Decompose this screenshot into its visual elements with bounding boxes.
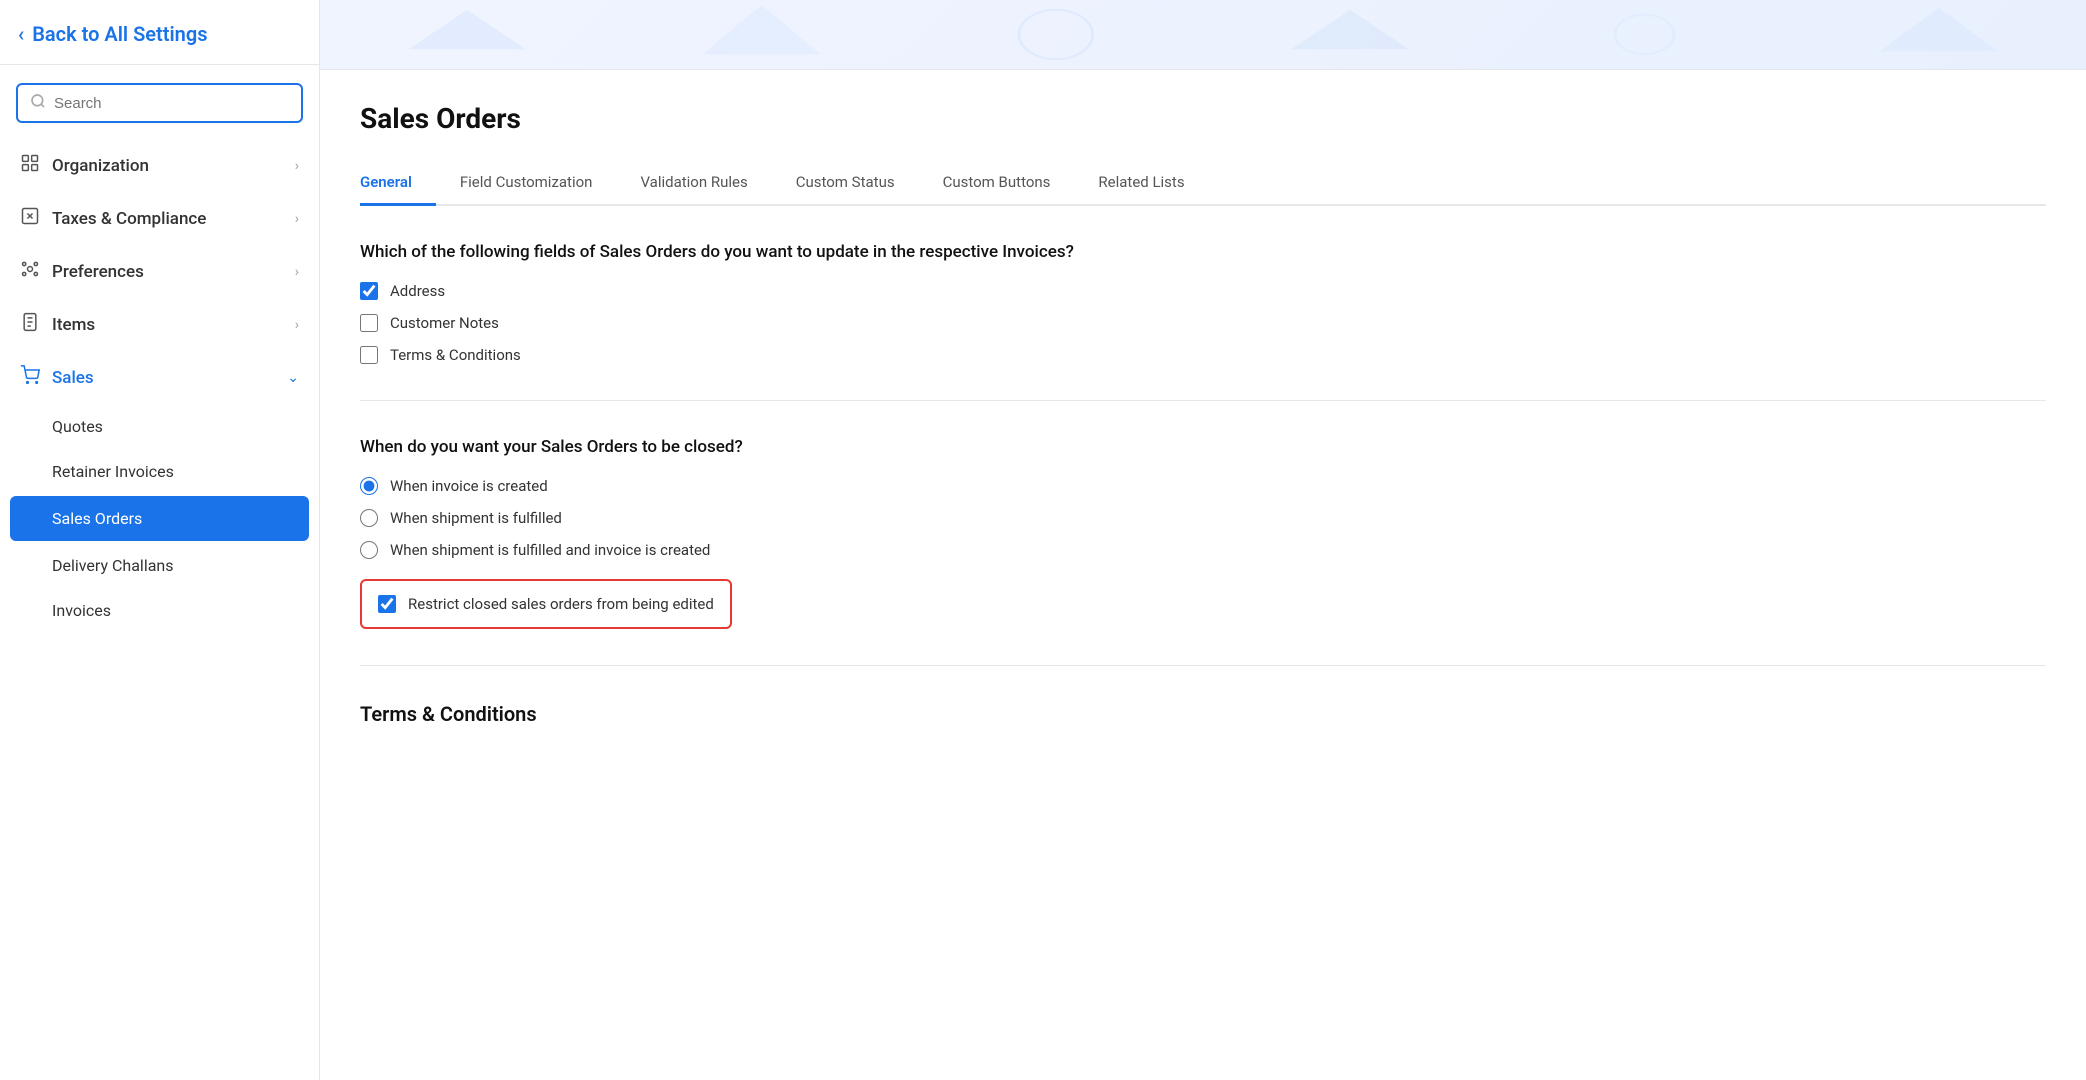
- tab-validation-rules[interactable]: Validation Rules: [616, 163, 771, 206]
- search-input[interactable]: [54, 95, 289, 112]
- sidebar-item-items-label: Items: [52, 315, 95, 335]
- terms-conditions-label: Terms & Conditions: [390, 346, 521, 364]
- address-label: Address: [390, 282, 445, 300]
- chevron-right-icon: ›: [295, 264, 299, 280]
- radio-shipment-fulfilled[interactable]: When shipment is fulfilled: [360, 509, 2046, 527]
- sidebar-item-sales-orders[interactable]: Sales Orders: [10, 496, 309, 541]
- sidebar-item-organization[interactable]: Organization ›: [0, 139, 319, 192]
- sidebar-item-sales[interactable]: Sales ⌄: [0, 351, 319, 404]
- sidebar-item-organization-label: Organization: [52, 156, 149, 176]
- main-content: Sales Orders General Field Customization…: [320, 0, 2086, 1080]
- invoice-created-radio[interactable]: [360, 477, 378, 495]
- invoices-checkbox-group: Address Customer Notes Terms & Condition…: [360, 282, 2046, 364]
- chevron-right-icon: ›: [295, 317, 299, 333]
- chevron-right-icon: ›: [295, 158, 299, 174]
- customer-notes-checkbox[interactable]: [360, 314, 378, 332]
- sidebar-item-taxes-compliance[interactable]: Taxes & Compliance ›: [0, 192, 319, 245]
- tab-field-customization[interactable]: Field Customization: [436, 163, 617, 206]
- invoices-question: Which of the following fields of Sales O…: [360, 242, 2046, 262]
- content-area: Sales Orders General Field Customization…: [320, 70, 2086, 830]
- items-icon: [20, 312, 40, 337]
- radio-shipment-and-invoice[interactable]: When shipment is fulfilled and invoice i…: [360, 541, 2046, 559]
- address-checkbox[interactable]: [360, 282, 378, 300]
- back-to-all-settings[interactable]: ‹ Back to All Settings: [0, 0, 319, 65]
- shipment-and-invoice-label: When shipment is fulfilled and invoice i…: [390, 541, 710, 559]
- restrict-closed-label: Restrict closed sales orders from being …: [408, 595, 714, 613]
- top-bar: [320, 0, 2086, 70]
- sidebar-item-taxes-label: Taxes & Compliance: [52, 209, 206, 229]
- checkbox-terms-conditions[interactable]: Terms & Conditions: [360, 346, 2046, 364]
- tab-general[interactable]: General: [360, 163, 436, 206]
- terms-conditions-checkbox[interactable]: [360, 346, 378, 364]
- customer-notes-label: Customer Notes: [390, 314, 499, 332]
- closed-orders-radio-group: When invoice is created When shipment is…: [360, 477, 2046, 559]
- organization-icon: [20, 153, 40, 178]
- sidebar-item-preferences-label: Preferences: [52, 262, 144, 282]
- sidebar: ‹ Back to All Settings Org: [0, 0, 320, 1080]
- tab-related-lists[interactable]: Related Lists: [1074, 163, 1208, 206]
- search-box: [16, 83, 303, 123]
- chevron-down-icon: ⌄: [287, 370, 299, 386]
- sales-icon: [20, 365, 40, 390]
- search-icon: [30, 93, 46, 113]
- preferences-icon: [20, 259, 40, 284]
- taxes-icon: [20, 206, 40, 231]
- sales-sub-nav: Quotes Retainer Invoices Sales Orders De…: [0, 404, 319, 633]
- sidebar-item-delivery-challans[interactable]: Delivery Challans: [0, 543, 319, 588]
- closed-orders-section: When do you want your Sales Orders to be…: [360, 437, 2046, 666]
- closed-orders-question: When do you want your Sales Orders to be…: [360, 437, 2046, 457]
- restrict-closed-checkbox-wrapper[interactable]: Restrict closed sales orders from being …: [360, 579, 732, 629]
- sidebar-item-sales-label: Sales: [52, 368, 94, 388]
- sidebar-item-items[interactable]: Items ›: [0, 298, 319, 351]
- terms-section: Terms & Conditions: [360, 702, 2046, 762]
- sidebar-item-preferences[interactable]: Preferences ›: [0, 245, 319, 298]
- chevron-right-icon: ›: [295, 211, 299, 227]
- invoice-created-label: When invoice is created: [390, 477, 548, 495]
- tab-custom-status[interactable]: Custom Status: [772, 163, 919, 206]
- nav-section: Organization › Taxes & Compliance ›: [0, 133, 319, 639]
- shipment-fulfilled-radio[interactable]: [360, 509, 378, 527]
- shipment-fulfilled-label: When shipment is fulfilled: [390, 509, 562, 527]
- invoices-update-section: Which of the following fields of Sales O…: [360, 242, 2046, 401]
- shipment-and-invoice-radio[interactable]: [360, 541, 378, 559]
- checkbox-address[interactable]: Address: [360, 282, 2046, 300]
- back-link-label: Back to All Settings: [32, 22, 207, 46]
- radio-invoice-created[interactable]: When invoice is created: [360, 477, 2046, 495]
- sidebar-item-invoices[interactable]: Invoices: [0, 588, 319, 633]
- page-title: Sales Orders: [360, 102, 2046, 135]
- sidebar-item-retainer-invoices[interactable]: Retainer Invoices: [0, 449, 319, 494]
- restrict-closed-checkbox[interactable]: [378, 595, 396, 613]
- chevron-left-icon: ‹: [18, 22, 24, 46]
- terms-title: Terms & Conditions: [360, 702, 2046, 726]
- checkbox-customer-notes[interactable]: Customer Notes: [360, 314, 2046, 332]
- tabs: General Field Customization Validation R…: [360, 163, 2046, 206]
- sidebar-item-quotes[interactable]: Quotes: [0, 404, 319, 449]
- tab-custom-buttons[interactable]: Custom Buttons: [919, 163, 1075, 206]
